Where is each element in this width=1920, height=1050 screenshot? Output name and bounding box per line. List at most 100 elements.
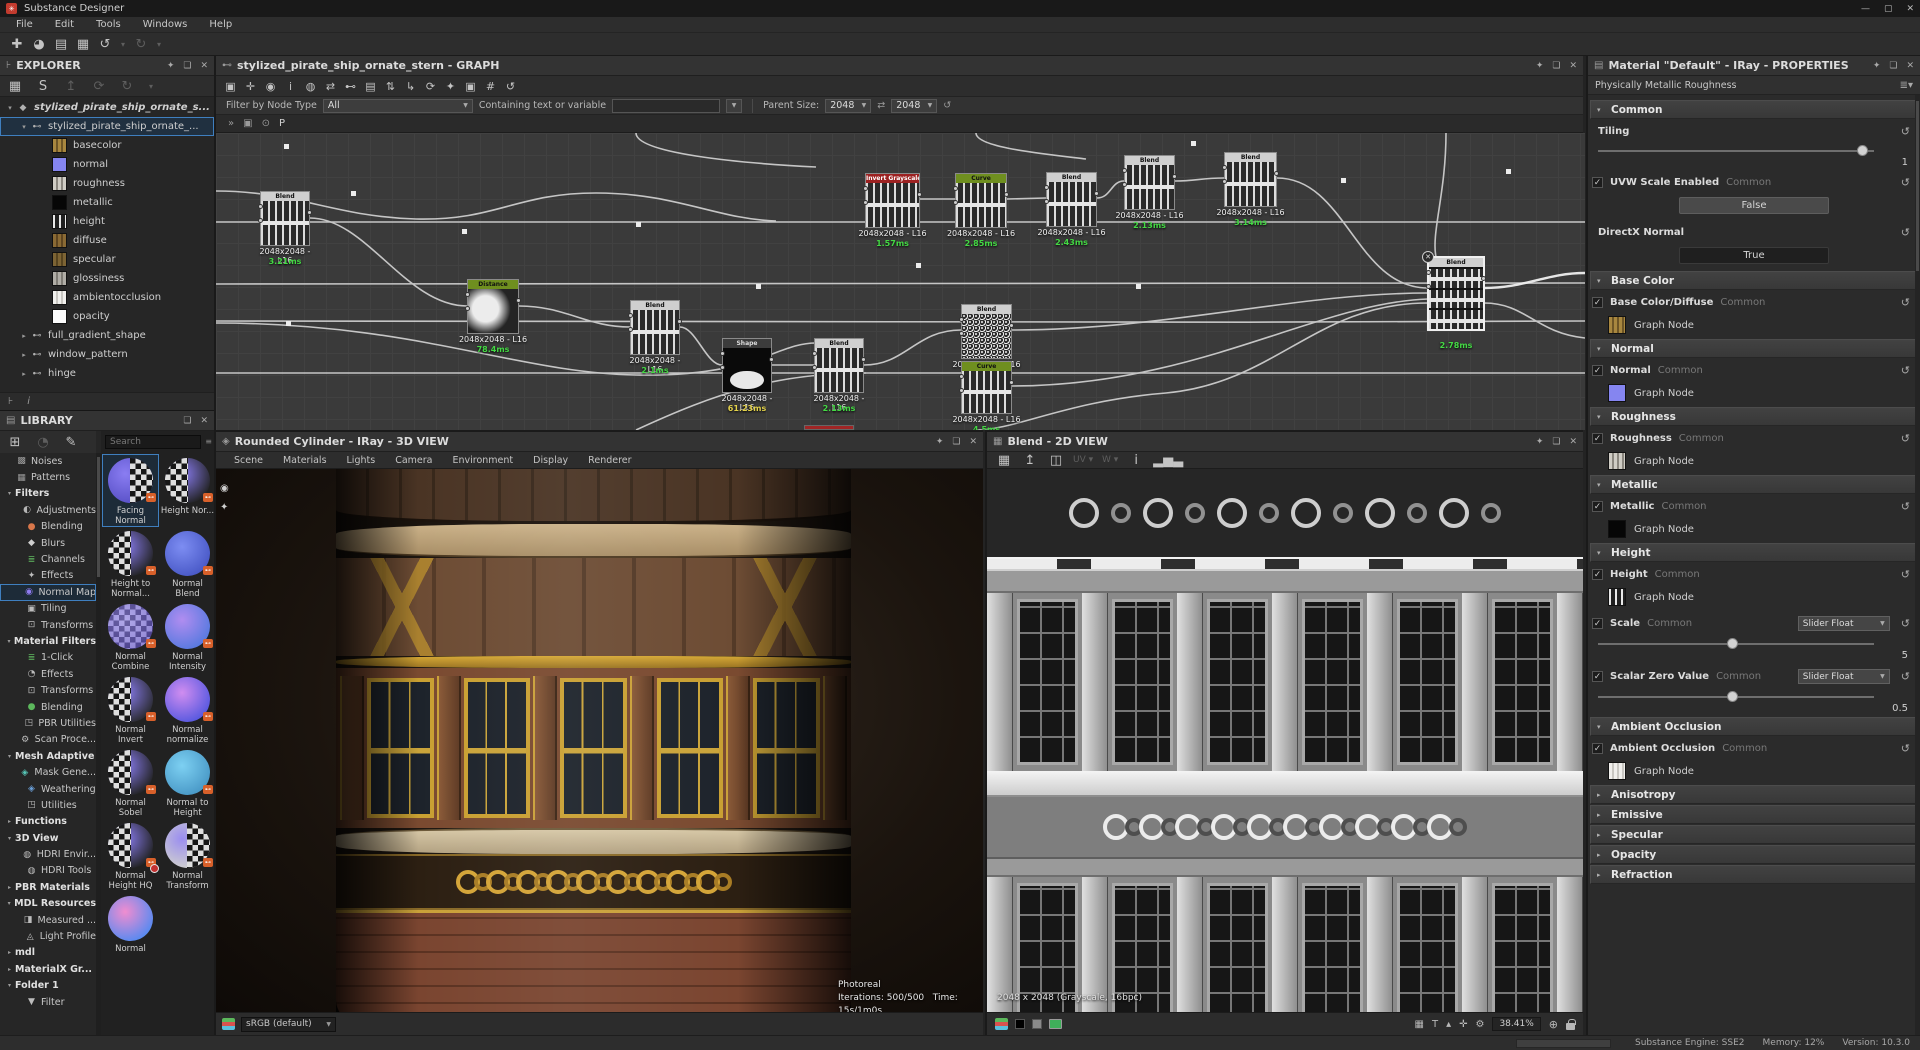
library-category-scan-proce[interactable]: ⚙Scan Proce... bbox=[0, 732, 96, 748]
view3d-menu-renderer[interactable]: Renderer bbox=[580, 455, 639, 466]
info-icon[interactable]: i bbox=[282, 80, 299, 93]
edit-icon[interactable]: ✎ bbox=[62, 435, 80, 450]
library-item-normal-combine[interactable]: ⊷Normal Combine bbox=[103, 601, 158, 672]
redo-dropdown-icon[interactable]: ▾ bbox=[154, 40, 164, 49]
properties-section-metallic[interactable]: ▾Metallic bbox=[1590, 475, 1918, 494]
menu-tools[interactable]: Tools bbox=[86, 18, 131, 31]
output-pin[interactable] bbox=[516, 298, 521, 303]
library-category-mdl[interactable]: ▸mdl bbox=[0, 945, 96, 961]
tree-output-normal[interactable]: normal bbox=[0, 155, 214, 174]
library-category-filter[interactable]: ▼Filter bbox=[0, 994, 96, 1010]
parent-size-select[interactable]: 2048▼ bbox=[825, 99, 871, 113]
graph-node-blend-9[interactable]: Blend2048x2048 - L163.14ms bbox=[1224, 152, 1277, 207]
float-icon[interactable]: ❏ bbox=[1889, 61, 1897, 71]
reset-icon[interactable]: ↺ bbox=[1901, 742, 1910, 755]
slider-scale[interactable] bbox=[1598, 637, 1874, 651]
pin-icon[interactable]: ✦ bbox=[1536, 437, 1544, 447]
tree-graph-hinge[interactable]: ▸⊷hinge bbox=[0, 364, 214, 383]
align-icon[interactable]: ⇅ bbox=[382, 80, 399, 93]
slider-scalar-zero-value[interactable] bbox=[1598, 690, 1874, 704]
wireframe-toggle[interactable]: W ▾ bbox=[1101, 455, 1119, 465]
input-pin[interactable] bbox=[720, 351, 725, 356]
library-item-normal-blend[interactable]: ⊷Normal Blend bbox=[160, 528, 215, 599]
library-category-materialx-gr[interactable]: ▸MaterialX Gr... bbox=[0, 961, 96, 977]
fit-icon[interactable]: ⊕ bbox=[1549, 1018, 1558, 1031]
value-type-select[interactable]: Slider Float▼ bbox=[1798, 616, 1890, 631]
search-options-icon[interactable]: ≡ bbox=[205, 437, 212, 446]
library-category-blending[interactable]: ●Blending bbox=[0, 519, 96, 535]
checkbox[interactable]: ✓ bbox=[1592, 569, 1603, 580]
input-pin[interactable] bbox=[959, 374, 964, 379]
preview-icon[interactable]: ▣ bbox=[462, 80, 479, 93]
node-close-badge[interactable]: ✕ bbox=[1422, 251, 1434, 263]
close-button[interactable]: ✕ bbox=[1906, 4, 1914, 14]
slider-handle[interactable] bbox=[1857, 145, 1868, 156]
graph-node-blend-8[interactable]: Blend2048x2048 - L162.13ms bbox=[1124, 155, 1175, 210]
close-icon[interactable]: ✕ bbox=[200, 416, 208, 426]
view3d-viewport[interactable]: ◉✦ Photoreal Iterations: 500/500 Time: 1… bbox=[216, 469, 983, 1014]
histogram-icon[interactable]: ▂▅▃ bbox=[1153, 453, 1183, 468]
reset-icon[interactable]: ↺ bbox=[1901, 296, 1910, 309]
frame-all-icon[interactable]: ▣ bbox=[222, 80, 239, 93]
toggle-button-uvw-scale-enabled[interactable]: False bbox=[1679, 197, 1829, 214]
menu-edit[interactable]: Edit bbox=[45, 18, 84, 31]
watch-icon[interactable]: ◔ bbox=[34, 435, 52, 450]
input-pin[interactable] bbox=[1122, 182, 1127, 187]
library-category-blending[interactable]: ●Blending bbox=[0, 699, 96, 715]
input-pin[interactable] bbox=[863, 200, 868, 205]
close-icon[interactable]: ✕ bbox=[1569, 61, 1577, 71]
checkbox[interactable]: ✓ bbox=[1592, 671, 1603, 682]
input-pin[interactable] bbox=[1426, 284, 1431, 289]
library-category-mdl-resources[interactable]: ▾MDL Resources bbox=[0, 896, 96, 912]
screenshot-icon[interactable]: ◉ bbox=[262, 80, 279, 93]
graph-node-blend-10[interactable]: Blend2048x2048 - L16 bbox=[961, 304, 1012, 359]
library-category-mesh-adaptive[interactable]: ▾Mesh Adaptive bbox=[0, 748, 96, 764]
reset-icon[interactable]: ↺ bbox=[1901, 432, 1910, 445]
reset-icon[interactable]: ↺ bbox=[1901, 125, 1910, 138]
new-graph-icon[interactable]: ◕ bbox=[30, 37, 48, 52]
properties-section-base-color[interactable]: ▾Base Color bbox=[1590, 271, 1918, 290]
reset-icon[interactable]: ↺ bbox=[1901, 176, 1910, 189]
input-pin[interactable] bbox=[258, 218, 263, 223]
open-icon[interactable]: ▤ bbox=[52, 37, 70, 52]
pin-icon[interactable]: ✦ bbox=[167, 61, 175, 71]
gear-icon[interactable]: ⚙ bbox=[1475, 1019, 1484, 1030]
properties-section-refraction[interactable]: ▸Refraction bbox=[1590, 865, 1918, 884]
redo-icon[interactable]: ↻ bbox=[132, 37, 150, 52]
view3d-menu-display[interactable]: Display bbox=[525, 455, 576, 466]
input-pin[interactable] bbox=[1122, 168, 1127, 173]
shader-menu-icon[interactable]: ≣▾ bbox=[1900, 80, 1913, 91]
reset-icon[interactable]: ↺ bbox=[1901, 364, 1910, 377]
undo-icon[interactable]: ↺ bbox=[96, 37, 114, 52]
tree-graph-full-gradient-shape[interactable]: ▸⊷full_gradient_shape bbox=[0, 326, 214, 345]
view3d-menu-environment[interactable]: Environment bbox=[444, 455, 521, 466]
tree-output-specular[interactable]: specular bbox=[0, 250, 214, 269]
center-icon[interactable]: ✛ bbox=[242, 80, 259, 93]
uv-toggle[interactable]: UV ▾ bbox=[1073, 455, 1093, 465]
library-category-effects[interactable]: ◔Effects bbox=[0, 666, 96, 682]
checkbox[interactable]: ✓ bbox=[1592, 618, 1603, 629]
linked-size-select[interactable]: 2048▼ bbox=[891, 99, 937, 113]
output-pin[interactable] bbox=[1009, 380, 1014, 385]
library-category-noises[interactable]: ▩Noises bbox=[0, 453, 96, 469]
reset-icon[interactable]: ↺ bbox=[1901, 670, 1910, 683]
reset-icon[interactable]: ↺ bbox=[1901, 500, 1910, 513]
forward-icon[interactable]: » bbox=[228, 118, 234, 129]
view3d-menu-materials[interactable]: Materials bbox=[275, 455, 335, 466]
library-item-height-nor[interactable]: ⊷Height Nor... bbox=[160, 455, 215, 526]
toggle-button-directx-normal[interactable]: True bbox=[1679, 247, 1829, 264]
library-item-normal-intensity[interactable]: ⊷Normal Intensity bbox=[160, 601, 215, 672]
input-pin[interactable] bbox=[1044, 199, 1049, 204]
reset-icon[interactable]: ↺ bbox=[1901, 226, 1910, 239]
output-pin[interactable] bbox=[1094, 191, 1099, 196]
undo-dropdown-icon[interactable]: ▾ bbox=[118, 40, 128, 49]
loop-icon[interactable]: ↺ bbox=[502, 80, 519, 93]
tree-output-glossiness[interactable]: glossiness bbox=[0, 269, 214, 288]
library-category-effects[interactable]: ✦Effects bbox=[0, 568, 96, 584]
dock-icon[interactable]: ▣ bbox=[243, 118, 252, 129]
size-link-icon[interactable]: ⇄ bbox=[877, 100, 885, 111]
size-reset-icon[interactable]: ↺ bbox=[943, 100, 951, 111]
library-item-normal[interactable]: Normal bbox=[103, 893, 158, 964]
colorspace-select[interactable]: sRGB (default)▼ bbox=[241, 1017, 336, 1032]
input-pin[interactable] bbox=[258, 204, 263, 209]
